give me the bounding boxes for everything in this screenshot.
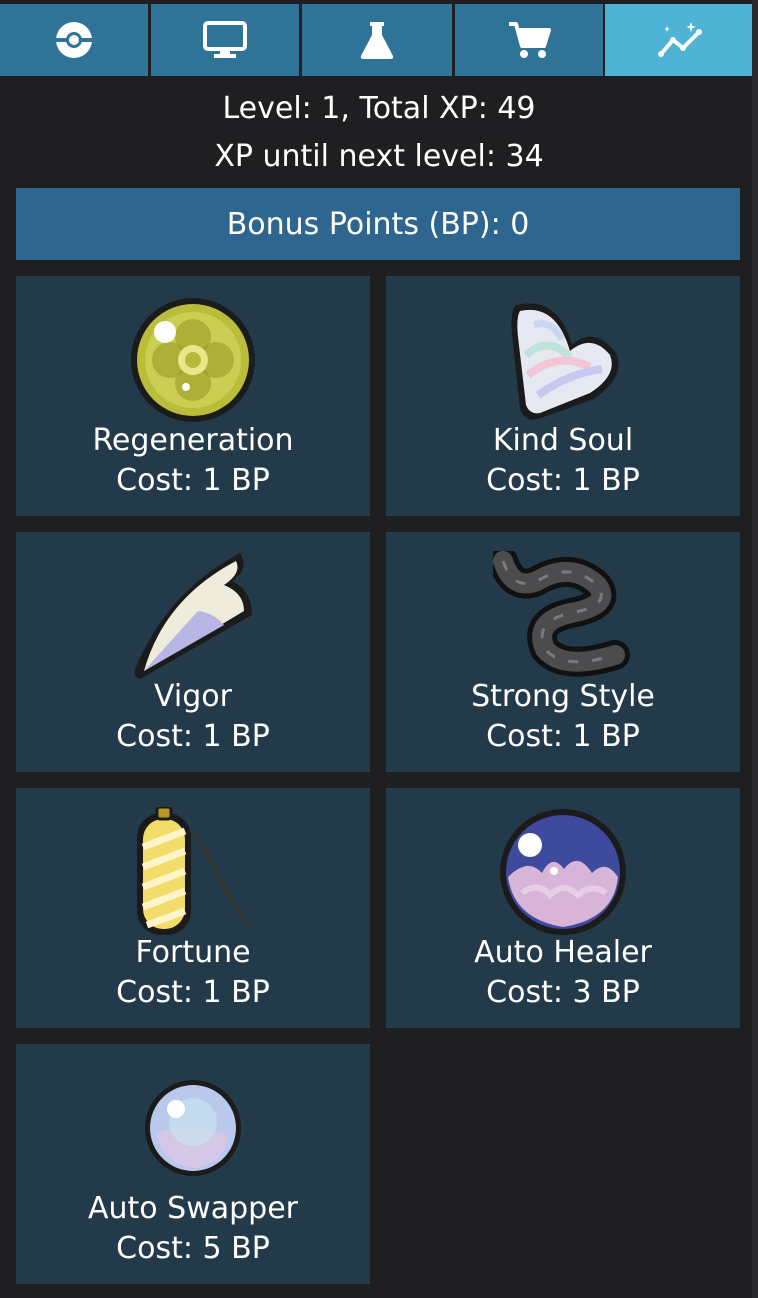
tab-pokeball[interactable] (0, 4, 148, 76)
upgrade-cost: Cost: 1 BP (116, 975, 270, 1010)
level-text: Level: 1, Total XP: 49 (222, 91, 536, 126)
upgrade-name: Vigor (154, 679, 232, 714)
upgrade-name: Regeneration (92, 423, 294, 458)
upgrade-name: Fortune (135, 935, 251, 970)
charm-icon (137, 807, 251, 935)
xp-until-next-level: XP until next level: 34 (214, 139, 544, 174)
upgrade-cost: Cost: 3 BP (486, 975, 640, 1010)
window-edge (752, 0, 758, 1298)
tab-bar (0, 0, 758, 76)
regeneration-orb-icon (131, 298, 255, 422)
upgrade-cost: Cost: 5 BP (116, 1231, 270, 1266)
upgrade-card-fortune[interactable]: Fortune Cost: 1 BP (16, 788, 370, 1028)
bonus-points-bar: Bonus Points (BP): 0 (16, 188, 740, 260)
pearl-orb-icon (145, 1080, 241, 1176)
upgrade-name: Kind Soul (492, 423, 634, 458)
upgrade-name: Strong Style (471, 679, 655, 714)
tab-upgrades[interactable] (605, 4, 756, 76)
black-belt-icon (493, 551, 630, 677)
upgrade-card-auto-healer[interactable]: Auto Healer Cost: 3 BP (386, 788, 740, 1028)
blue-orb-icon (500, 809, 626, 935)
tab-shop[interactable] (455, 4, 603, 76)
tab-monitor[interactable] (151, 4, 299, 76)
monitor-icon (203, 21, 247, 58)
flask-icon (360, 22, 394, 59)
upgrade-card-strong-style[interactable]: Strong Style Cost: 1 BP (386, 532, 740, 772)
upgrade-name: Auto Swapper (87, 1191, 299, 1226)
cart-icon (509, 22, 551, 58)
upgrade-cost: Cost: 1 BP (486, 719, 640, 754)
fang-icon (134, 553, 252, 679)
sparkle-chart-icon (657, 22, 702, 57)
tab-lab[interactable] (302, 4, 452, 76)
upgrade-cost: Cost: 1 BP (116, 719, 270, 754)
upgrade-name: Auto Healer (474, 935, 652, 970)
upgrade-card-auto-swapper[interactable]: Auto Swapper Cost: 5 BP (16, 1044, 370, 1284)
upgrade-card-kind-soul[interactable]: Kind Soul Cost: 1 BP (386, 276, 740, 516)
upgrade-cost: Cost: 1 BP (116, 463, 270, 498)
pokeball-icon (56, 22, 92, 58)
upgrade-card-regeneration[interactable]: Regeneration Cost: 1 BP (16, 276, 370, 516)
pastel-heart-icon (511, 303, 619, 420)
upgrade-card-vigor[interactable]: Vigor Cost: 1 BP (16, 532, 370, 772)
upgrade-cost: Cost: 1 BP (486, 463, 640, 498)
